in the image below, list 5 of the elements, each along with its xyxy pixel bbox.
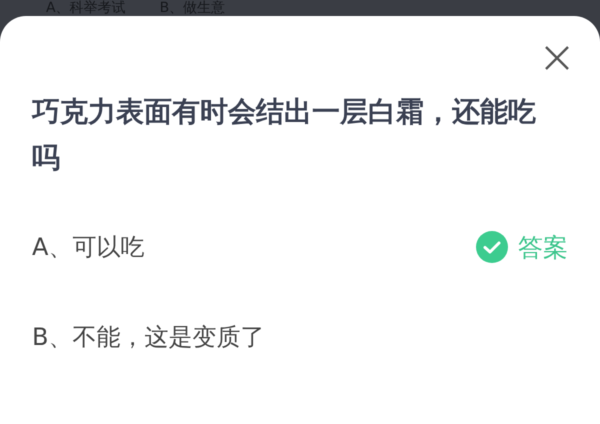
question-text: 巧克力表面有时会结出一层白霜，还能吃吗 — [32, 94, 537, 176]
option-text[interactable]: A、可以吃 — [32, 231, 144, 263]
answer-label: 答案 — [518, 232, 568, 264]
close-icon[interactable] — [544, 45, 570, 71]
option-text[interactable]: B、不能，这是变质了 — [32, 321, 264, 353]
